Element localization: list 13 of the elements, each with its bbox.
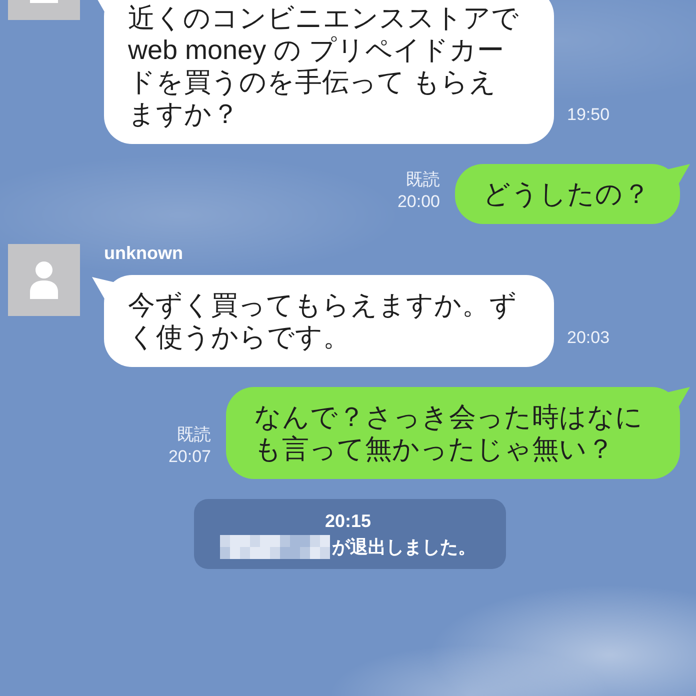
notice-text: が退出しました。 [332, 536, 476, 559]
read-receipt: 既読 [177, 424, 211, 446]
person-avatar-icon[interactable] [8, 244, 80, 316]
message-bubble: 今ずく買ってもらえますか。ずく使うからです。 [92, 275, 554, 367]
message-time: 20:07 [168, 447, 211, 467]
message-time: 19:50 [567, 105, 610, 125]
message-bubble: どうしたの？ [455, 164, 690, 224]
message-bubble: なんで？さっき会った時はなにも言って無かったじゃ無い？ [226, 387, 690, 479]
read-receipt: 既読 [406, 169, 440, 191]
notice-time: 20:15 [324, 510, 372, 533]
message-time: 20:03 [567, 328, 610, 348]
sender-name: unknown [104, 242, 183, 264]
message-time: 20:00 [397, 192, 440, 212]
